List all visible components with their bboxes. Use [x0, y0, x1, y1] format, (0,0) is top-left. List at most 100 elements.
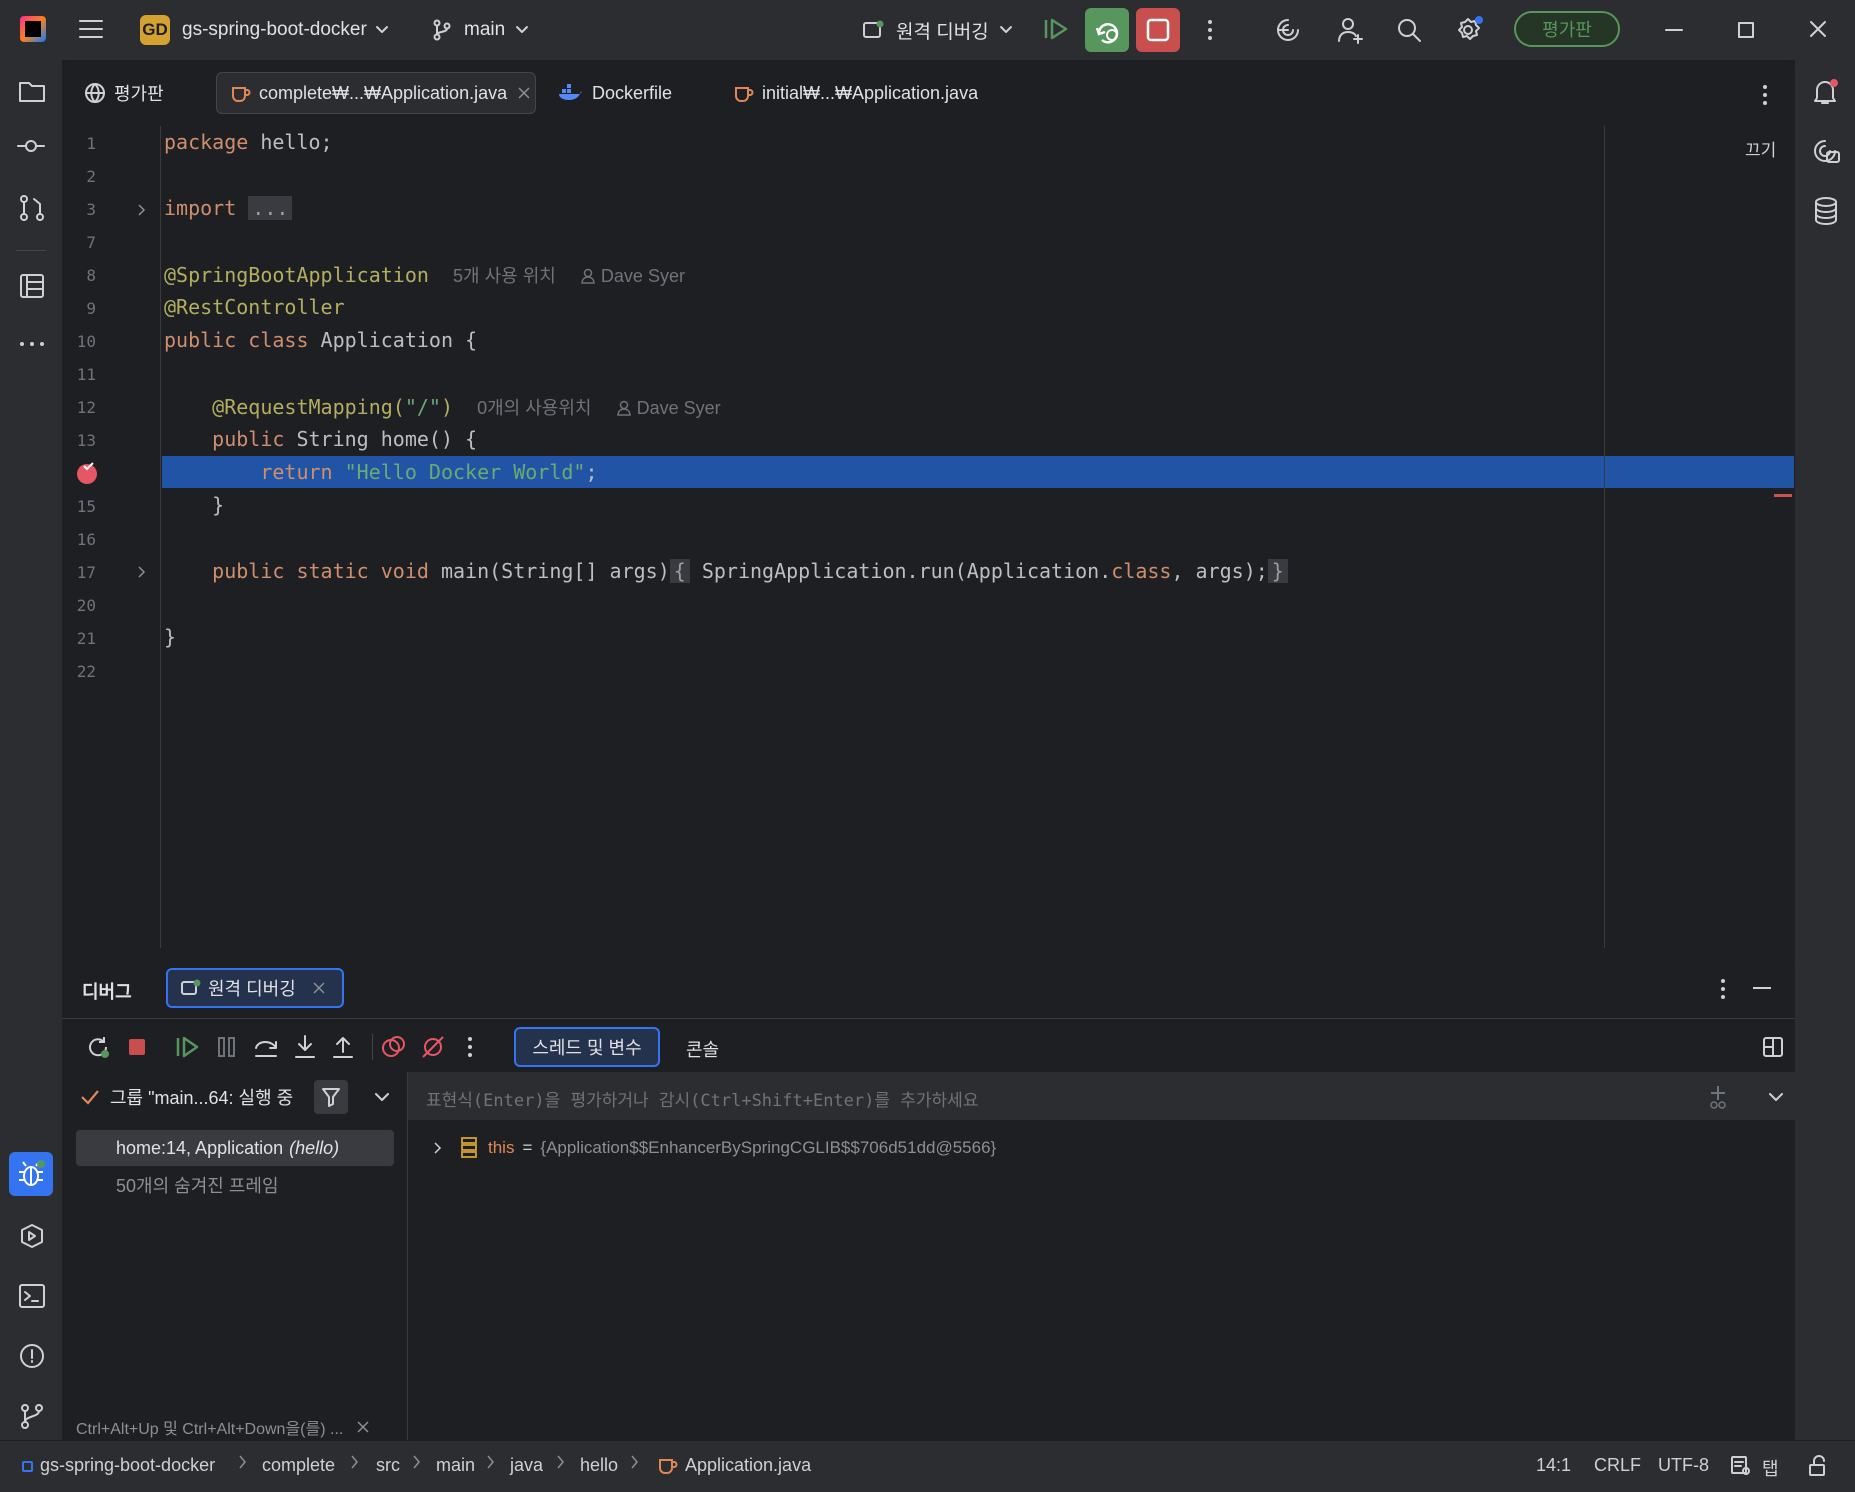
more-actions-icon[interactable]	[1200, 18, 1220, 42]
debug-options-icon[interactable]	[1718, 978, 1728, 1000]
close-tab-icon[interactable]	[312, 981, 326, 995]
breakpoint-icon[interactable]	[76, 461, 100, 485]
close-window-icon[interactable]	[1808, 19, 1828, 39]
fold-expand-icon[interactable]	[136, 565, 148, 579]
tab-trial[interactable]: 평가판	[84, 74, 164, 112]
close-hint-icon[interactable]	[357, 1421, 369, 1433]
commit-icon[interactable]	[16, 136, 46, 156]
tab-console[interactable]: 콘솔	[686, 1036, 719, 1062]
branch-selector[interactable]: main	[432, 14, 529, 46]
tab-complete-application-java[interactable]: complete₩...₩Application.java	[216, 72, 536, 114]
fold-expand-icon[interactable]	[136, 203, 148, 217]
code-line-21[interactable]: }	[164, 625, 176, 649]
resume-icon[interactable]	[174, 1034, 200, 1060]
code-with-me-icon[interactable]	[1336, 15, 1366, 45]
code-line-12[interactable]: @RequestMapping("/") 0개의 사용위치 Dave Syer	[164, 394, 721, 420]
search-icon[interactable]	[1395, 16, 1423, 44]
breadcrumb-complete[interactable]: complete	[262, 1455, 335, 1476]
tab-options-icon[interactable]	[1760, 84, 1770, 106]
reader-mode-toggle[interactable]: 끄기	[1745, 136, 1776, 161]
usages-hint[interactable]: 5개 사용 위치	[453, 266, 556, 286]
tab-initial-application-java[interactable]: initial₩...₩Application.java	[732, 74, 978, 112]
run-configuration-selector[interactable]: 원격 디버깅	[862, 14, 1013, 46]
pause-icon[interactable]	[214, 1034, 240, 1060]
project-selector[interactable]: GD gs-spring-boot-docker	[140, 14, 389, 46]
settings-gear-icon[interactable]	[1454, 15, 1484, 45]
breadcrumb-project[interactable]: gs-spring-boot-docker	[40, 1455, 215, 1476]
line-separator[interactable]: CRLF	[1594, 1455, 1641, 1476]
usages-hint[interactable]: 0개의 사용위치	[477, 398, 591, 418]
ai-chat-icon[interactable]	[1811, 138, 1841, 166]
thread-selector[interactable]: 그룹 "main...64: 실행 중	[80, 1084, 293, 1110]
project-folder-icon[interactable]	[18, 78, 46, 104]
minimize-window-icon[interactable]	[1664, 20, 1684, 40]
debug-tool-window-icon[interactable]	[9, 1152, 53, 1196]
minimize-panel-icon[interactable]	[1752, 986, 1772, 990]
stop-button[interactable]	[1136, 8, 1180, 52]
author-hint[interactable]: Dave Syer	[580, 266, 685, 286]
chevron-down-icon[interactable]	[1768, 1092, 1784, 1102]
tab-dockerfile[interactable]: Dockerfile	[558, 74, 672, 112]
mute-breakpoints-icon[interactable]	[420, 1034, 446, 1060]
expand-arrow-icon[interactable]	[432, 1141, 444, 1155]
more-tool-windows-icon[interactable]	[18, 340, 46, 348]
debug-session-tab[interactable]: 원격 디버깅	[166, 968, 344, 1008]
chevron-down-icon[interactable]	[374, 1092, 390, 1102]
rerun-debug-button[interactable]	[1085, 8, 1129, 52]
notifications-bell-icon[interactable]	[1811, 78, 1839, 106]
author-hint[interactable]: Dave Syer	[616, 398, 721, 418]
ai-assistant-icon[interactable]	[1274, 16, 1302, 44]
folded-imports[interactable]: ...	[248, 196, 293, 220]
variable-row[interactable]: this = {Application$$EnhancerBySpringCGL…	[432, 1136, 996, 1160]
indent-icon[interactable]	[1730, 1455, 1752, 1477]
intellij-logo-icon[interactable]	[20, 16, 46, 42]
resume-program-button[interactable]	[1042, 16, 1070, 42]
code-line-10[interactable]: public class Application {	[164, 328, 477, 352]
folded-brace[interactable]: }	[1267, 559, 1288, 583]
breadcrumb-main[interactable]: main	[436, 1455, 475, 1476]
breadcrumb-java[interactable]: java	[510, 1455, 543, 1476]
maximize-window-icon[interactable]	[1736, 20, 1756, 40]
code-line-14[interactable]: return "Hello Docker World";	[164, 460, 597, 484]
step-into-icon[interactable]	[292, 1034, 318, 1060]
more-debug-actions-icon[interactable]	[465, 1036, 475, 1058]
terminal-icon[interactable]	[18, 1282, 46, 1310]
layout-settings-icon[interactable]	[1762, 1036, 1784, 1058]
evaluate-expression-bar[interactable]: 표현식(Enter)을 평가하거나 감시(Ctrl+Shift+Enter)를 …	[408, 1072, 1795, 1120]
breadcrumb-src[interactable]: src	[376, 1455, 400, 1476]
code-line-15[interactable]: }	[164, 493, 224, 517]
pull-requests-icon[interactable]	[18, 194, 46, 222]
tab-threads-variables[interactable]: 스레드 및 변수	[514, 1027, 660, 1067]
code-line-8[interactable]: @SpringBootApplication 5개 사용 위치 Dave Sye…	[164, 262, 685, 288]
problems-icon[interactable]	[18, 1342, 46, 1370]
breadcrumb-file[interactable]: Application.java	[685, 1455, 811, 1476]
trial-button[interactable]: 평가판	[1514, 11, 1620, 47]
code-line-3[interactable]: import ...	[164, 196, 293, 220]
close-tab-icon[interactable]	[517, 86, 531, 100]
step-out-icon[interactable]	[330, 1034, 356, 1060]
stop-icon[interactable]	[126, 1036, 148, 1058]
git-icon[interactable]	[18, 1402, 46, 1430]
file-encoding[interactable]: UTF-8	[1658, 1455, 1709, 1476]
hidden-frames-link[interactable]: 50개의 숨겨진 프레임	[116, 1172, 279, 1198]
add-watch-icon[interactable]	[1706, 1084, 1730, 1110]
code-line-13[interactable]: public String home() {	[164, 427, 477, 451]
code-line-9[interactable]: @RestController	[164, 295, 345, 319]
database-icon[interactable]	[1813, 196, 1839, 226]
rerun-icon[interactable]	[86, 1034, 112, 1060]
code-line-17[interactable]: public static void main(String[] args){ …	[164, 559, 1288, 583]
structure-icon[interactable]	[18, 272, 46, 300]
main-menu-icon[interactable]	[78, 18, 104, 40]
step-over-icon[interactable]	[252, 1034, 280, 1060]
caret-position[interactable]: 14:1	[1536, 1455, 1571, 1476]
breadcrumb-hello[interactable]: hello	[580, 1455, 618, 1476]
filter-icon[interactable]	[314, 1080, 348, 1114]
indent-setting[interactable]: 탭	[1762, 1455, 1779, 1481]
services-icon[interactable]	[18, 1222, 46, 1250]
code-line-1[interactable]: package hello;	[164, 130, 333, 154]
folded-brace[interactable]: {	[669, 559, 690, 583]
view-breakpoints-icon[interactable]	[380, 1034, 406, 1060]
expression-input-placeholder[interactable]: 표현식(Enter)을 평가하거나 감시(Ctrl+Shift+Enter)를 …	[426, 1086, 978, 1111]
lock-icon[interactable]	[1808, 1455, 1828, 1477]
stack-frame-active[interactable]: home:14, Application (hello)	[76, 1130, 394, 1166]
